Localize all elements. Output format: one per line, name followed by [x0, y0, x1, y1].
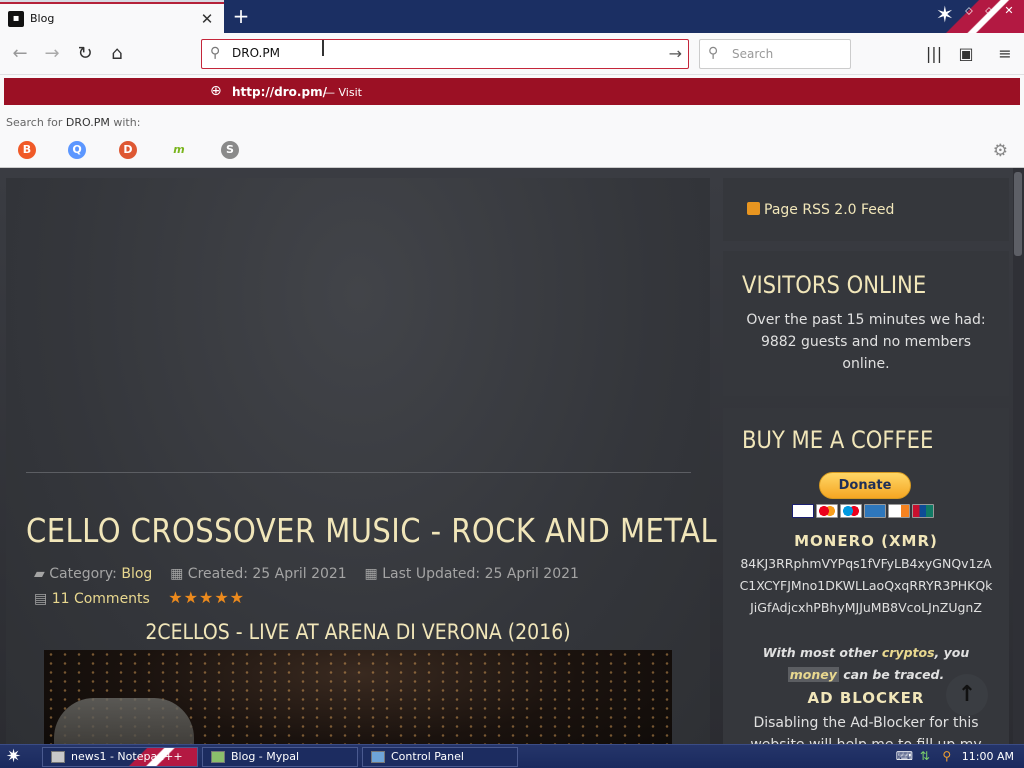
home-button[interactable]: ⌂	[105, 42, 129, 66]
donate-button[interactable]: Donate	[819, 472, 911, 499]
article-column: CELLO CROSSOVER MUSIC - ROCK AND METAL ▰…	[6, 178, 717, 744]
scrollbar-thumb[interactable]	[1014, 172, 1022, 256]
notepad-icon	[51, 751, 65, 763]
monero-title: MONERO (XMR)	[794, 532, 938, 550]
created-date: Created: 25 April 2021	[187, 566, 347, 582]
article-title[interactable]: CELLO CROSSOVER MUSIC - ROCK AND METAL	[26, 511, 717, 550]
rss-box: Page RSS 2.0 Feed	[723, 178, 1009, 241]
new-tab-button[interactable]: +	[230, 5, 252, 27]
nav-toolbar: ← → ↻ ⌂ ⚲ → ⚲ Search ||| ▣ ≡	[0, 33, 1024, 75]
amex-card-icon	[864, 504, 886, 518]
star-decoration-icon: ✶	[935, 3, 954, 28]
unionpay-card-icon	[912, 504, 934, 518]
rss-icon	[747, 202, 760, 215]
coffee-title: BUY ME A COFFEE	[742, 426, 934, 454]
tab-strip: ▪ Blog ✕ + ✶ ⬦ ⬦ ✕	[0, 0, 1024, 33]
web-content: CELLO CROSSOVER MUSIC - ROCK AND METAL ▰…	[0, 168, 1024, 744]
task-notepad[interactable]: news1 - Notepad++	[42, 747, 198, 767]
video-player[interactable]	[44, 650, 672, 744]
control-panel-icon	[371, 751, 385, 763]
search-settings-gear-icon[interactable]: ⚙	[993, 141, 1008, 161]
duckduckgo-engine-icon[interactable]: D	[119, 141, 137, 159]
comment-icon: ▤	[34, 591, 48, 607]
text-cursor-icon	[322, 40, 324, 56]
search-with-label: Search for DRO.PM with:	[6, 116, 141, 129]
visa-card-icon	[792, 504, 814, 518]
updated-date: Last Updated: 25 April 2021	[382, 566, 579, 582]
site-favicon-icon: ▪	[8, 10, 24, 27]
search-icon: ⚲	[210, 45, 221, 61]
browser-app-icon	[211, 751, 225, 763]
rss-link[interactable]: Page RSS 2.0 Feed	[747, 202, 894, 218]
search-bar[interactable]: ⚲ Search	[699, 39, 851, 69]
task-control-panel[interactable]: Control Panel	[362, 747, 518, 767]
qwant-engine-icon[interactable]: Q	[68, 141, 86, 159]
taskbar: ✷ news1 - Notepad++ Blog - Mypal Control…	[0, 744, 1024, 768]
url-dropdown: ⊕ http://dro.pm/ — Visit Search for DRO.…	[0, 75, 1024, 168]
search-placeholder: Search	[732, 47, 774, 61]
brave-engine-icon[interactable]: B	[18, 141, 36, 159]
task-label: news1 - Notepad++	[71, 750, 183, 763]
payment-cards	[792, 504, 934, 518]
tab-blog[interactable]: ▪ Blog ✕	[0, 2, 224, 33]
tab-strip-background	[224, 0, 924, 33]
rating-stars[interactable]: ★★★★★	[168, 588, 245, 607]
article-meta: ▰ Category: Blog ▦ Created: 25 April 202…	[34, 566, 579, 582]
category-label: Category:	[49, 566, 117, 582]
close-window-icon[interactable]: ✕	[1002, 4, 1016, 18]
visitors-box: VISITORS ONLINE Over the past 15 minutes…	[723, 251, 1009, 396]
visitors-text: Over the past 15 minutes we had: 9882 gu…	[746, 312, 986, 372]
go-arrow-icon[interactable]: →	[669, 44, 682, 63]
clock[interactable]: 11:00 AM	[962, 750, 1014, 763]
url-suggestion-row[interactable]: ⊕ http://dro.pm/ — Visit	[4, 78, 1020, 105]
calendar-icon: ▦	[364, 566, 378, 582]
sidebar-button[interactable]: ▣	[954, 42, 978, 66]
task-label: Control Panel	[391, 750, 464, 763]
searx-engine-icon[interactable]: S	[221, 141, 239, 159]
search-tray-icon[interactable]: ⚲	[940, 749, 954, 763]
folder-icon: ▰	[34, 566, 45, 582]
url-bar[interactable]: ⚲ →	[201, 39, 689, 69]
url-input[interactable]	[232, 46, 652, 60]
comments-link[interactable]: 11 Comments	[52, 591, 150, 607]
category-link[interactable]: Blog	[121, 566, 152, 582]
mojeek-engine-icon[interactable]: m	[170, 141, 188, 159]
video-arena-shape	[54, 698, 194, 744]
start-button[interactable]: ✷	[6, 746, 21, 767]
back-button[interactable]: ←	[8, 42, 32, 66]
video-title: 2CELLOS - LIVE AT ARENA DI VERONA (2016)	[145, 620, 571, 644]
adblock-text: Disabling the Ad-Blocker for this websit…	[750, 715, 981, 744]
calendar-icon: ▦	[170, 566, 184, 582]
monero-address[interactable]: 84KJ3RRphmVYPqs1fVFyLB4xyGNQv1zAC1XCYFJM…	[739, 553, 993, 619]
tab-title: Blog	[30, 12, 55, 25]
discover-card-icon	[888, 504, 910, 518]
back-to-top-button[interactable]: ↑	[946, 674, 988, 716]
window-controls: ⬦ ⬦ ✕	[962, 4, 1016, 18]
keyboard-icon[interactable]: ⌨	[896, 749, 913, 763]
forward-button[interactable]: →	[40, 42, 64, 66]
suggestion-action: — Visit	[324, 86, 362, 99]
visitors-title: VISITORS ONLINE	[742, 271, 927, 299]
menu-button[interactable]: ≡	[993, 42, 1017, 66]
maximize-icon[interactable]: ⬦	[982, 4, 996, 18]
system-tray: ⌨ ⇅ ⚲ 11:00 AM	[896, 749, 1014, 763]
globe-icon: ⊕	[210, 83, 222, 99]
network-icon[interactable]: ⇅	[918, 749, 932, 763]
divider	[26, 472, 691, 473]
search-icon: ⚲	[708, 45, 719, 61]
tab-close-icon[interactable]: ✕	[198, 10, 216, 28]
task-label: Blog - Mypal	[231, 750, 300, 763]
article-meta-row2: ▤ 11 Comments ★★★★★	[34, 588, 245, 607]
library-button[interactable]: |||	[922, 42, 946, 66]
reload-button[interactable]: ↻	[73, 42, 97, 66]
task-browser[interactable]: Blog - Mypal	[202, 747, 358, 767]
mastercard-icon	[816, 504, 838, 518]
suggestion-url: http://dro.pm/	[232, 85, 327, 99]
maestro-card-icon	[840, 504, 862, 518]
minimize-icon[interactable]: ⬦	[962, 4, 976, 18]
